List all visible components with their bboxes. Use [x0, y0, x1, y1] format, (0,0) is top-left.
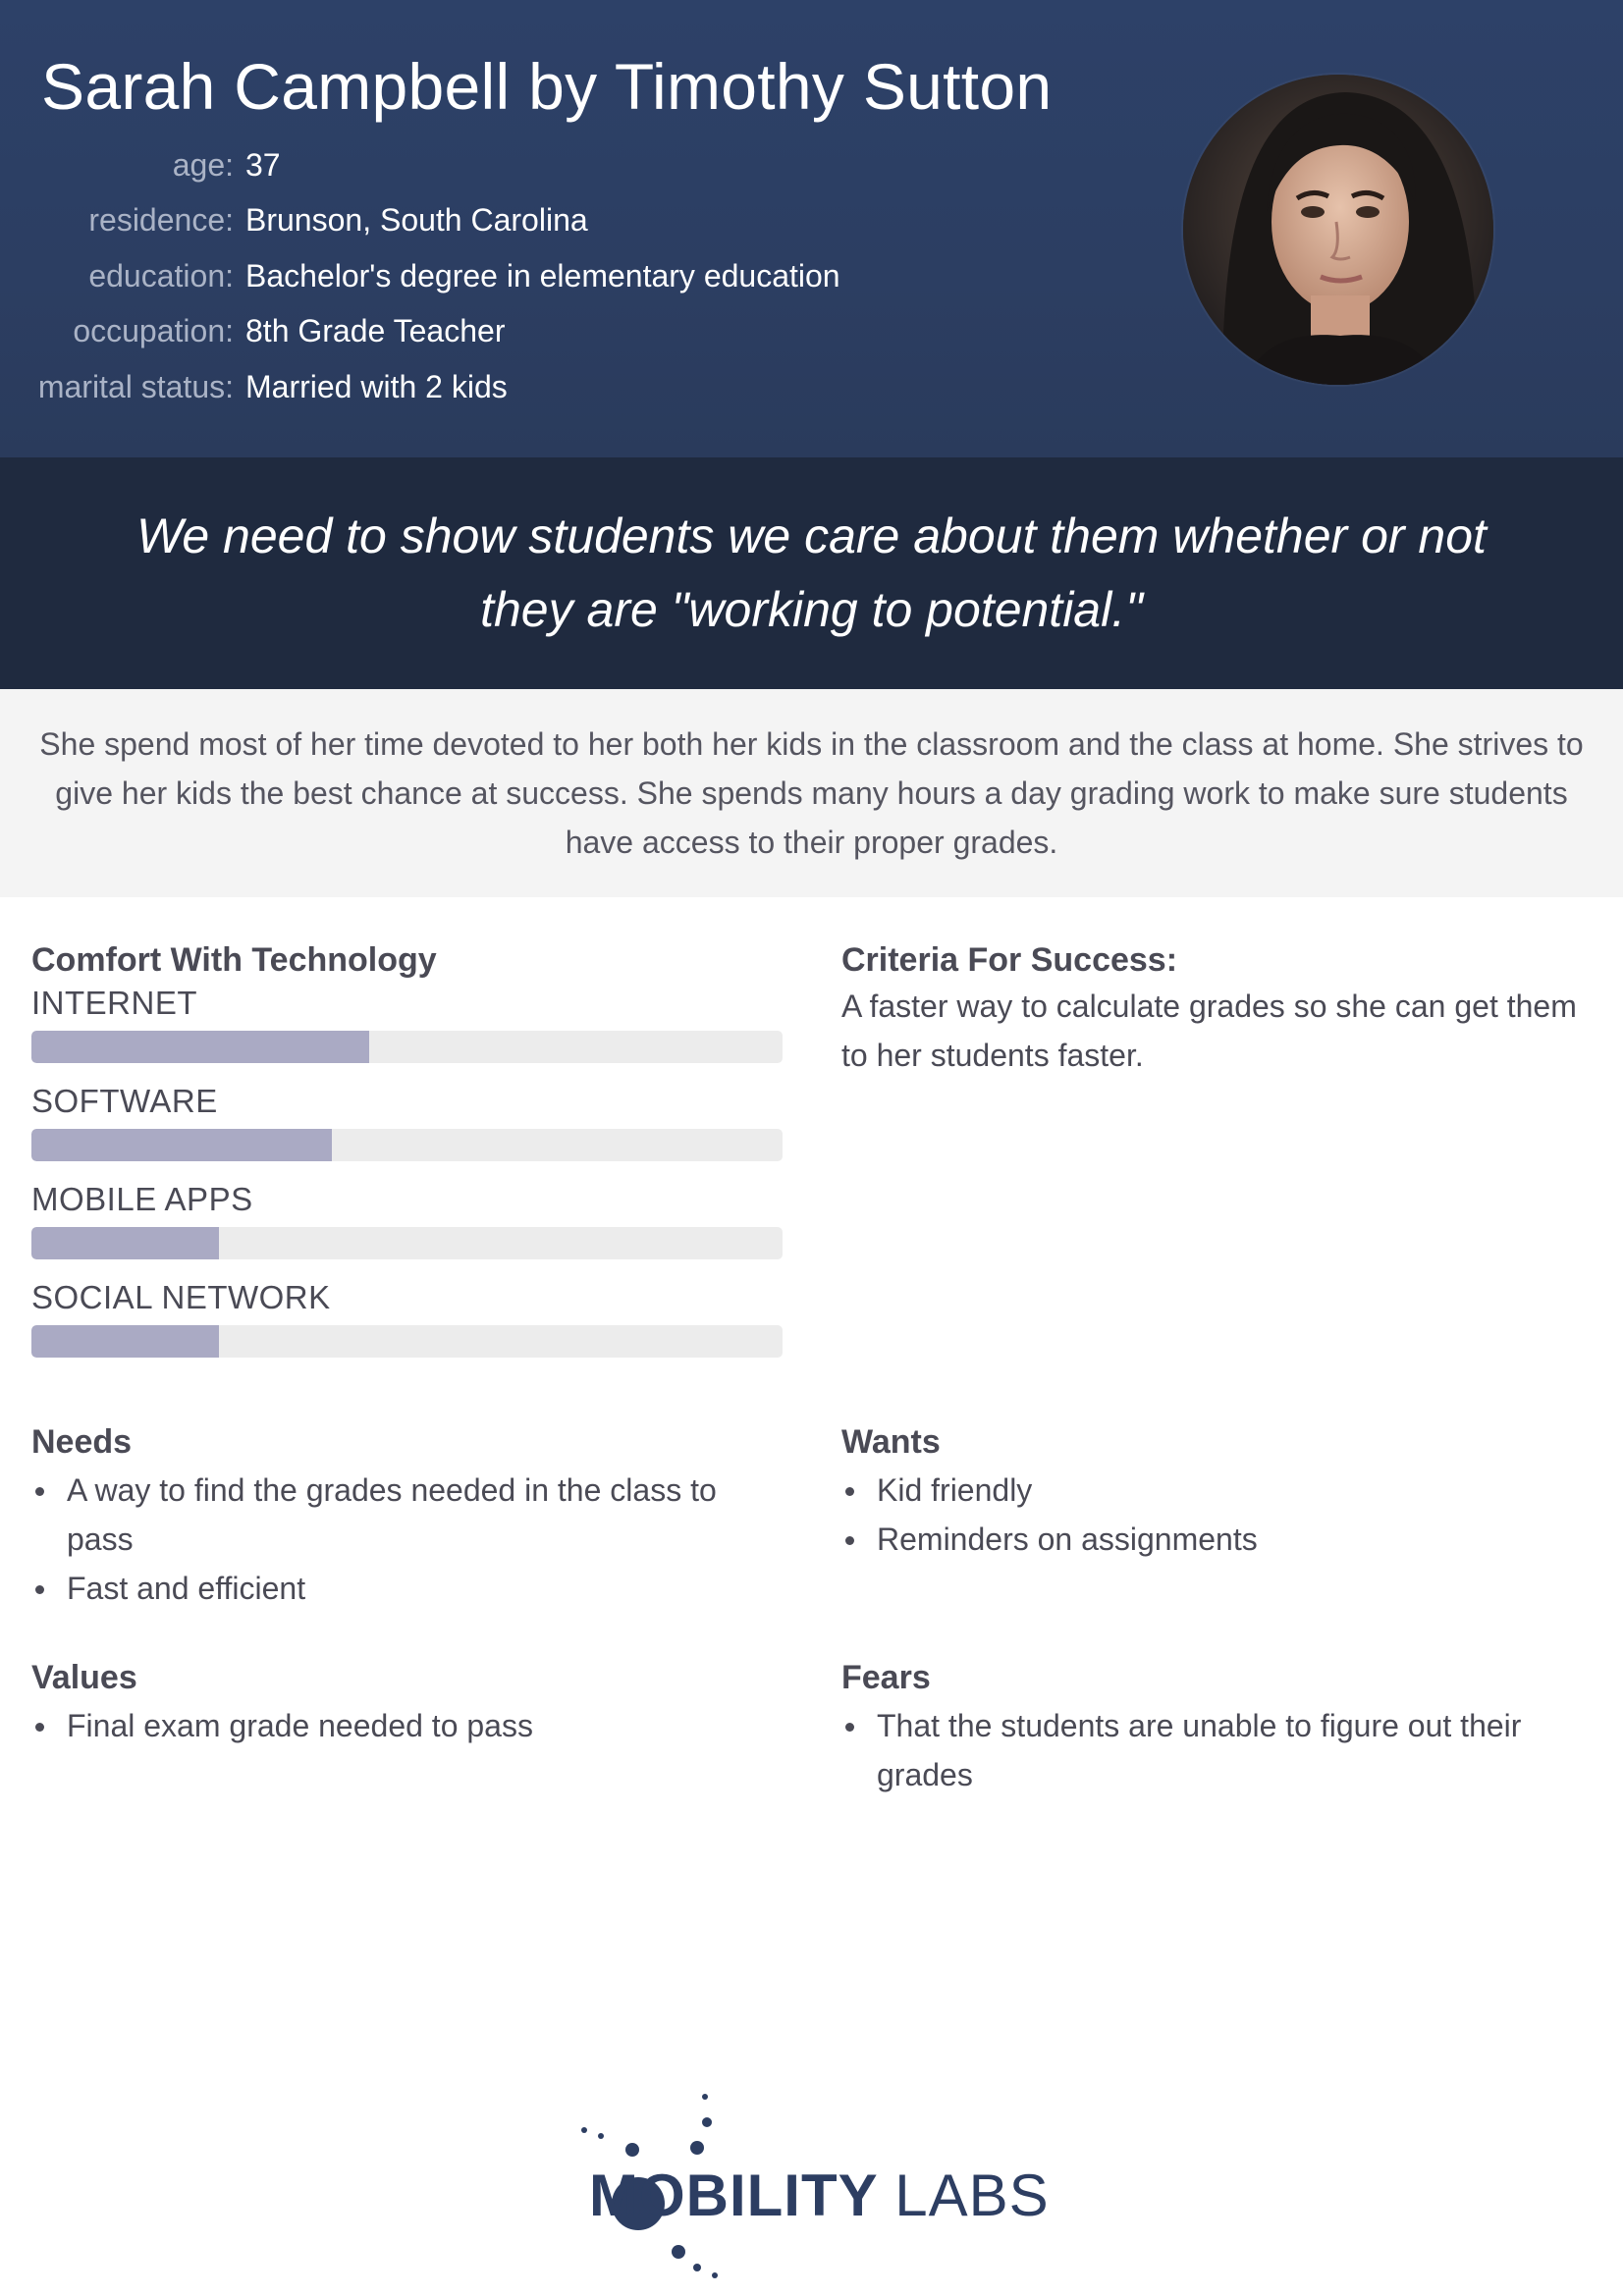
section-title: Comfort With Technology: [31, 941, 437, 979]
tech-list: INTERNET SOFTWARE MOBILE APPS SOCIAL NETWOR…: [31, 982, 783, 1374]
logo-suffix: LABS: [894, 2163, 1050, 2228]
tech-item: SOFTWARE: [31, 1080, 783, 1178]
detail-row-marital-status: marital status: Married with 2 kids: [0, 369, 982, 408]
section-title: Criteria For Success:: [841, 941, 1178, 979]
persona-quote: We need to show students we care about t…: [136, 508, 1487, 637]
comfort-bar-track: [31, 1129, 783, 1161]
list-item: Fast and efficient: [31, 1564, 783, 1613]
detail-value: Bachelor's degree in elementary educatio…: [245, 258, 840, 294]
detail-value: 8th Grade Teacher: [245, 313, 506, 348]
list-item: Reminders on assignments: [841, 1515, 1597, 1564]
portrait-icon: [1183, 75, 1493, 385]
detail-value: 37: [245, 147, 281, 183]
tech-label: SOFTWARE: [31, 1083, 218, 1119]
comfort-bar-track: [31, 1325, 783, 1358]
values-section: Values Final exam grade needed to pass: [31, 1656, 783, 1750]
list-item: Kid friendly: [841, 1466, 1597, 1515]
detail-label: age:: [172, 147, 234, 183]
detail-label: occupation:: [73, 313, 234, 348]
page-title: Sarah Campbell by Timothy Sutton: [41, 50, 1053, 123]
quote-band: We need to show students we care about t…: [0, 457, 1623, 689]
bio-band: She spend most of her time devoted to he…: [0, 689, 1623, 897]
detail-row-education: education: Bachelor's degree in elementa…: [0, 258, 982, 297]
list-item: A way to find the grades needed in the c…: [31, 1466, 783, 1564]
fears-list: That the students are unable to figure o…: [841, 1701, 1597, 1799]
persona-header: Sarah Campbell by Timothy Sutton age: 37…: [0, 0, 1623, 457]
comfort-bar-fill: [31, 1031, 369, 1063]
section-title: Fears: [841, 1659, 931, 1696]
tech-label: INTERNET: [31, 985, 197, 1021]
detail-label: marital status:: [37, 369, 234, 404]
needs-section: Needs A way to find the grades needed in…: [31, 1420, 783, 1613]
needs-list: A way to find the grades needed in the c…: [31, 1466, 783, 1613]
section-title: Wants: [841, 1423, 941, 1461]
tech-item: SOCIAL NETWORK: [31, 1276, 783, 1374]
wants-section: Wants Kid friendly Reminders on assignme…: [841, 1420, 1597, 1564]
tech-label: SOCIAL NETWORK: [31, 1279, 331, 1315]
logo-wordmark: MOBILITY LABS: [589, 2162, 1050, 2229]
tech-item: MOBILE APPS: [31, 1178, 783, 1276]
comfort-bar-fill: [31, 1129, 332, 1161]
persona-bio: She spend most of her time devoted to he…: [39, 726, 1584, 860]
criteria-text: A faster way to calculate grades so she …: [841, 988, 1577, 1073]
values-list: Final exam grade needed to pass: [31, 1701, 783, 1750]
wants-list: Kid friendly Reminders on assignments: [841, 1466, 1597, 1564]
detail-value: Brunson, South Carolina: [245, 202, 588, 238]
section-title: Needs: [31, 1423, 133, 1461]
list-item: That the students are unable to figure o…: [841, 1701, 1597, 1799]
tech-item: INTERNET: [31, 982, 783, 1080]
list-item: Final exam grade needed to pass: [31, 1701, 783, 1750]
criteria-section: Criteria For Success: A faster way to ca…: [841, 938, 1597, 1080]
detail-value: Married with 2 kids: [245, 369, 508, 404]
logo-brand: MOBILITY: [589, 2163, 878, 2228]
section-title: Values: [31, 1659, 137, 1696]
fears-section: Fears That the students are unable to fi…: [841, 1656, 1597, 1799]
detail-label: education:: [88, 258, 234, 294]
detail-label: residence:: [88, 202, 234, 238]
tech-label: MOBILE APPS: [31, 1181, 253, 1217]
detail-row-age: age: 37: [0, 147, 982, 187]
detail-row-residence: residence: Brunson, South Carolina: [0, 202, 982, 241]
tech-section: Comfort With Technology INTERNET SOFTWARE…: [31, 938, 783, 1374]
comfort-bar-fill: [31, 1325, 219, 1358]
detail-row-occupation: occupation: 8th Grade Teacher: [0, 313, 982, 352]
comfort-bar-fill: [31, 1227, 219, 1259]
mobility-labs-logo: MOBILITY LABS: [579, 2091, 1051, 2287]
comfort-bar-track: [31, 1031, 783, 1063]
comfort-bar-track: [31, 1227, 783, 1259]
portrait-photo: [1183, 75, 1493, 385]
